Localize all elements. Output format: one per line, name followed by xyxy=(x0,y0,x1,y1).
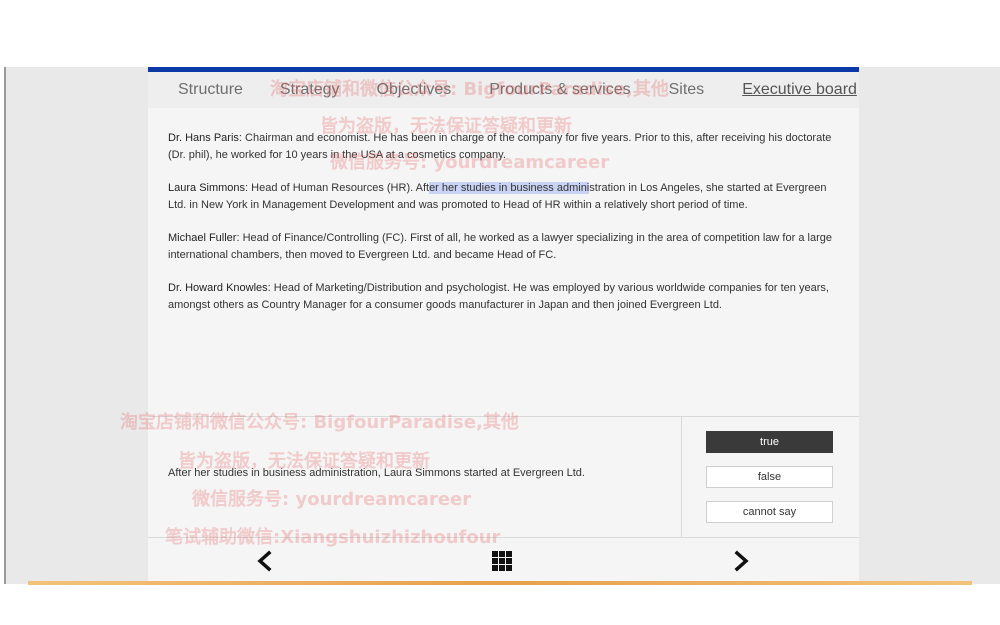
board-member-entry: Laura Simmons: Head of Human Resources (… xyxy=(168,180,840,213)
answer-false-button[interactable]: false xyxy=(706,466,833,488)
divider xyxy=(681,417,682,538)
tab-strategy[interactable]: Strategy xyxy=(280,81,340,99)
question-statement: After her studies in business administra… xyxy=(168,467,585,479)
tab-sites[interactable]: Sites xyxy=(669,81,705,99)
member-description: : Head of Finance/Controlling (FC). Firs… xyxy=(168,232,832,261)
tab-products-services[interactable]: Products & services xyxy=(489,81,630,99)
question-area: After her studies in business administra… xyxy=(148,416,859,538)
board-member-entry: Michael Fuller: Head of Finance/Controll… xyxy=(168,230,840,263)
board-member-entry: Dr. Howard Knowles: Head of Marketing/Di… xyxy=(168,280,840,313)
content-panel: Structure Strategy Objectives Products &… xyxy=(148,67,859,582)
tab-executive-board[interactable]: Executive board xyxy=(742,81,857,99)
member-name: Michael Fuller xyxy=(168,232,237,244)
grid-menu-icon[interactable] xyxy=(489,548,515,574)
answer-true-button[interactable]: true xyxy=(706,431,833,453)
member-description: : Head of Marketing/Distribution and psy… xyxy=(168,282,829,311)
chevron-right-icon[interactable] xyxy=(728,548,754,574)
chevron-left-icon[interactable] xyxy=(252,548,278,574)
member-name: Dr. Hans Paris xyxy=(168,132,239,144)
tab-objectives[interactable]: Objectives xyxy=(377,81,452,99)
selected-text-highlight: er her studies in business admini xyxy=(429,182,590,194)
board-member-entry: Dr. Hans Paris: Chairman and economist. … xyxy=(168,130,840,163)
member-name: Laura Simmons xyxy=(168,182,246,194)
member-description: : Chairman and economist. He has been in… xyxy=(168,132,832,161)
member-description: : Head of Human Resources (HR). Aft xyxy=(245,182,430,194)
tab-bar: Structure Strategy Objectives Products &… xyxy=(148,72,859,108)
bottom-nav-bar xyxy=(148,537,859,582)
answer-cannot-say-button[interactable]: cannot say xyxy=(706,501,833,523)
tab-structure[interactable]: Structure xyxy=(178,81,243,99)
executive-board-content: Dr. Hans Paris: Chairman and economist. … xyxy=(168,130,840,330)
bottom-accent-strip xyxy=(28,581,972,585)
window-edge xyxy=(4,67,6,584)
member-name: Dr. Howard Knowles xyxy=(168,282,268,294)
